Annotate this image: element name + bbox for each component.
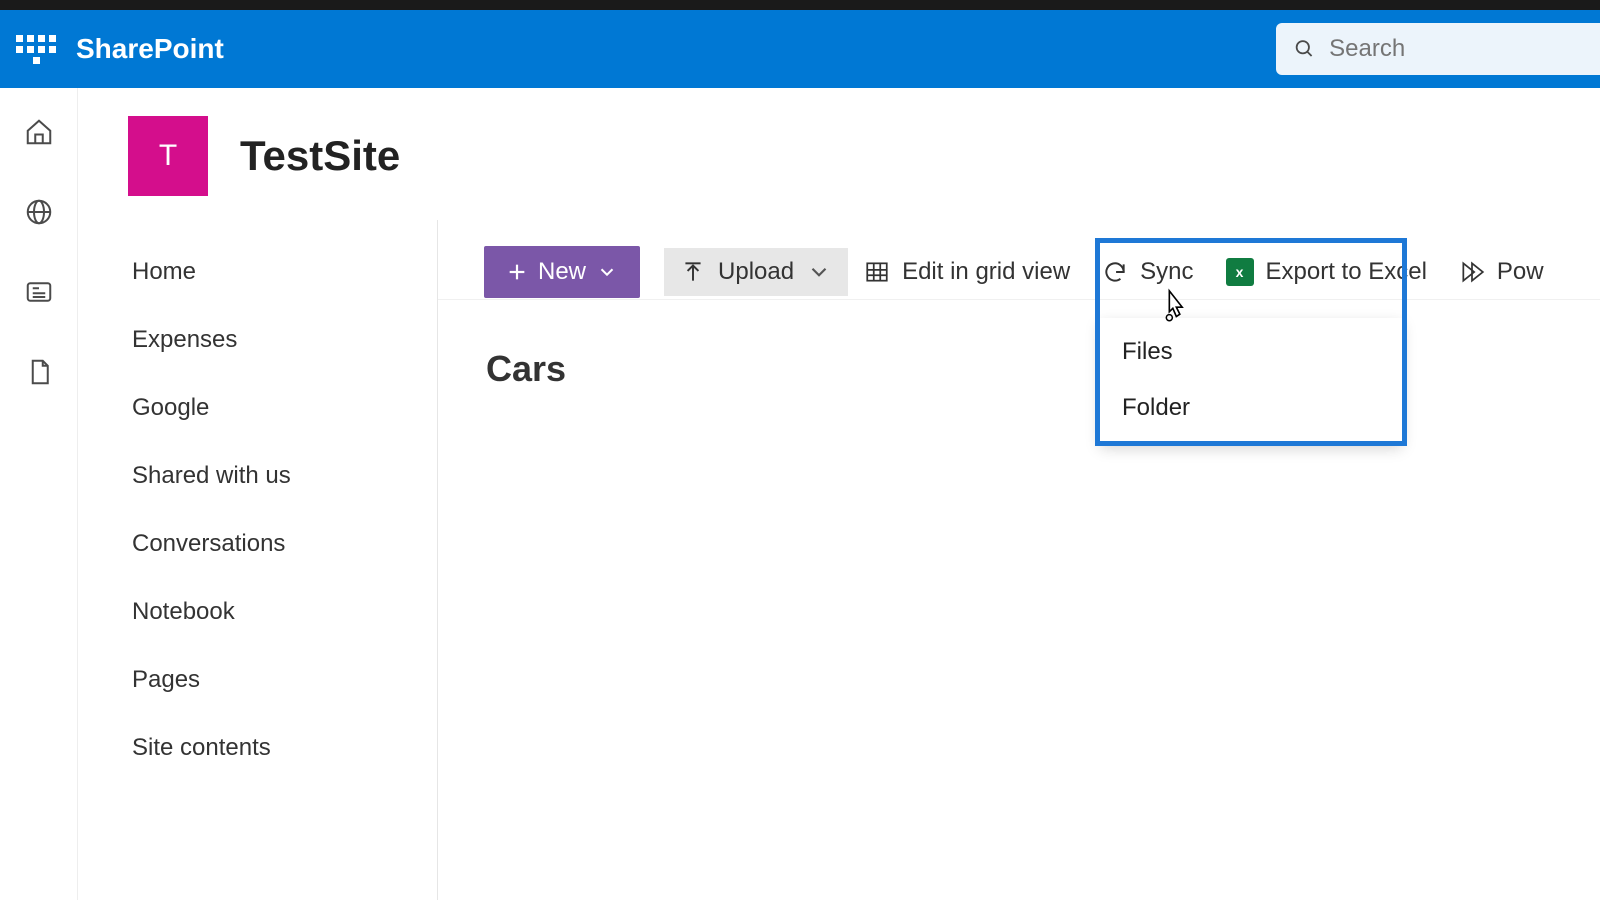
search-input[interactable]: [1329, 35, 1588, 63]
site-title[interactable]: TestSite: [240, 132, 400, 180]
nav-item-notebook[interactable]: Notebook: [78, 578, 437, 646]
upload-folder-option[interactable]: Folder: [1100, 380, 1402, 436]
brand-label[interactable]: SharePoint: [76, 33, 224, 65]
nav-item-pages[interactable]: Pages: [78, 646, 437, 714]
new-button[interactable]: New: [484, 246, 640, 298]
excel-icon: x: [1226, 258, 1254, 286]
grid-icon: [864, 259, 890, 285]
power-automate-icon: [1459, 259, 1485, 285]
files-icon[interactable]: [21, 354, 57, 390]
browser-chrome-strip: [0, 0, 1600, 10]
nav-item-expenses[interactable]: Expenses: [78, 306, 437, 374]
nav-item-conversations[interactable]: Conversations: [78, 510, 437, 578]
upload-icon: [680, 259, 706, 285]
suite-header: SharePoint: [0, 10, 1600, 88]
home-icon[interactable]: [21, 114, 57, 150]
new-button-label: New: [538, 258, 586, 286]
news-icon[interactable]: [21, 274, 57, 310]
sync-label: Sync: [1140, 258, 1193, 286]
library-title: Cars: [438, 300, 1600, 390]
upload-files-option[interactable]: Files: [1100, 324, 1402, 380]
global-nav-rail: [0, 88, 78, 900]
export-excel-label: Export to Excel: [1266, 258, 1427, 286]
chevron-down-icon: [596, 261, 618, 283]
command-bar: New Upload Edit in grid view S: [438, 220, 1600, 300]
site-header: T TestSite: [78, 88, 1600, 220]
edit-grid-view-button[interactable]: Edit in grid view: [848, 248, 1086, 296]
nav-item-google[interactable]: Google: [78, 374, 437, 442]
nav-item-site-contents[interactable]: Site contents: [78, 714, 437, 782]
plus-icon: [506, 261, 528, 283]
search-icon: [1294, 37, 1315, 61]
page-body: New Upload Edit in grid view S: [438, 220, 1600, 900]
nav-item-shared-with-us[interactable]: Shared with us: [78, 442, 437, 510]
site-logo[interactable]: T: [128, 116, 208, 196]
upload-button-label: Upload: [718, 258, 794, 286]
upload-dropdown: Files Folder: [1100, 318, 1402, 442]
export-excel-button[interactable]: x Export to Excel: [1210, 248, 1443, 296]
power-automate-button[interactable]: Pow: [1443, 248, 1560, 296]
quick-launch-nav: Home Expenses Google Shared with us Conv…: [78, 220, 438, 900]
nav-item-home[interactable]: Home: [78, 238, 437, 306]
edit-grid-view-label: Edit in grid view: [902, 258, 1070, 286]
search-box[interactable]: [1276, 23, 1600, 75]
sync-icon: [1102, 259, 1128, 285]
sync-button[interactable]: Sync: [1086, 248, 1209, 296]
chevron-down-icon: [806, 259, 832, 285]
globe-icon[interactable]: [21, 194, 57, 230]
app-launcher-icon[interactable]: [16, 29, 56, 69]
power-automate-label: Pow: [1497, 258, 1544, 286]
upload-button[interactable]: Upload: [664, 248, 848, 296]
